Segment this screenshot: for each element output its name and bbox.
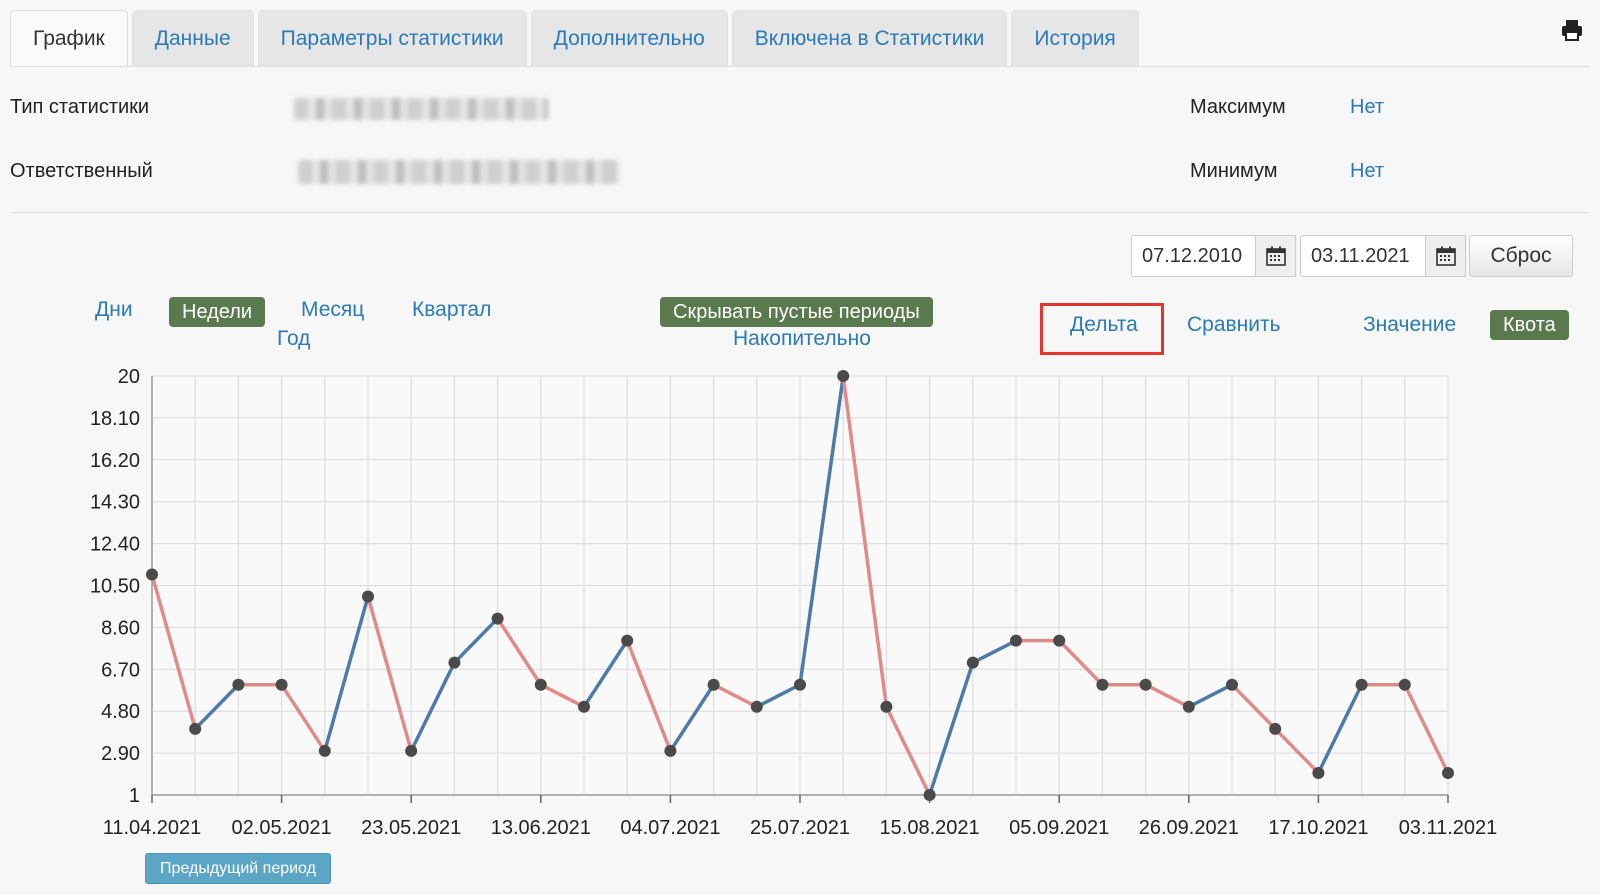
data-point bbox=[1312, 766, 1325, 779]
tab-bar: График Данные Параметры статистики Допол… bbox=[10, 10, 1143, 66]
y-tick-label: 12.40 bbox=[90, 534, 140, 556]
previous-period-button[interactable]: Предыдущий период bbox=[145, 853, 331, 884]
y-tick-label: 8.60 bbox=[101, 617, 140, 639]
mode-delta[interactable]: Дельта bbox=[1070, 313, 1138, 337]
data-point bbox=[405, 744, 418, 757]
y-tick-label: 18.10 bbox=[90, 408, 140, 430]
data-point bbox=[837, 370, 850, 382]
data-point bbox=[1269, 722, 1282, 735]
owner-label: Ответственный bbox=[10, 160, 153, 182]
calendar-icon bbox=[1265, 246, 1286, 266]
y-tick-label: 4.80 bbox=[101, 701, 140, 723]
period-month[interactable]: Месяц bbox=[301, 298, 364, 322]
tab-chart[interactable]: График bbox=[10, 10, 128, 66]
data-point bbox=[275, 678, 288, 691]
max-label: Максимум bbox=[1190, 96, 1286, 118]
stat-type-value-blurred bbox=[294, 98, 548, 120]
x-tick-label: 02.05.2021 bbox=[232, 817, 332, 839]
stat-type-label: Тип статистики bbox=[10, 96, 150, 118]
data-point bbox=[189, 722, 202, 735]
y-tick-label: 2.90 bbox=[101, 743, 140, 765]
data-point bbox=[750, 700, 763, 713]
tabs-divider bbox=[10, 66, 1590, 67]
data-point bbox=[318, 744, 331, 757]
data-point bbox=[1182, 700, 1195, 713]
data-point bbox=[1442, 766, 1454, 779]
y-tick-label: 10.50 bbox=[90, 576, 140, 598]
data-point bbox=[1053, 634, 1066, 647]
x-tick-label: 05.09.2021 bbox=[1009, 817, 1109, 839]
calendar-icon bbox=[1435, 246, 1456, 266]
tab-additional[interactable]: Дополнительно bbox=[530, 10, 728, 66]
reset-button[interactable]: Сброс bbox=[1469, 235, 1573, 277]
data-point bbox=[534, 678, 547, 691]
data-point bbox=[1139, 678, 1152, 691]
period-weeks[interactable]: Недели bbox=[169, 297, 266, 327]
date-to-input[interactable] bbox=[1300, 235, 1426, 277]
data-point bbox=[1398, 678, 1411, 691]
tab-data[interactable]: Данные bbox=[131, 10, 254, 66]
data-point bbox=[448, 656, 461, 669]
data-point bbox=[966, 656, 979, 669]
date-from-input[interactable] bbox=[1131, 235, 1256, 277]
y-tick-label: 14.30 bbox=[90, 492, 140, 514]
x-tick-label: 15.08.2021 bbox=[880, 817, 980, 839]
data-point bbox=[707, 678, 720, 691]
y-tick-label: 20 bbox=[118, 366, 140, 388]
x-tick-label: 13.06.2021 bbox=[491, 817, 591, 839]
date-to-calendar-button[interactable] bbox=[1426, 235, 1466, 277]
x-tick-label: 17.10.2021 bbox=[1268, 817, 1368, 839]
min-value[interactable]: Нет bbox=[1350, 160, 1384, 183]
hide-empty-toggle[interactable]: Скрывать пустые периоды bbox=[660, 297, 933, 327]
max-value[interactable]: Нет bbox=[1350, 96, 1384, 119]
y-tick-label: 6.70 bbox=[101, 659, 140, 681]
y-tick-label: 1 bbox=[129, 785, 140, 807]
tab-included-in-stats[interactable]: Включена в Статистики bbox=[731, 10, 1008, 66]
data-point bbox=[621, 634, 634, 647]
data-point bbox=[880, 700, 893, 713]
mode-quota[interactable]: Квота bbox=[1490, 310, 1569, 340]
data-point bbox=[232, 678, 245, 691]
data-point bbox=[146, 568, 158, 581]
x-tick-label: 03.11.2021 bbox=[1399, 817, 1498, 839]
data-point bbox=[794, 678, 806, 691]
data-point bbox=[578, 700, 590, 713]
data-point bbox=[1226, 678, 1238, 691]
data-point bbox=[491, 612, 504, 625]
print-icon[interactable] bbox=[1560, 18, 1584, 42]
x-tick-label: 11.04.2021 bbox=[103, 817, 202, 839]
data-point bbox=[923, 789, 936, 801]
tab-history[interactable]: История bbox=[1011, 10, 1139, 66]
period-quarter[interactable]: Квартал bbox=[412, 298, 491, 322]
info-divider bbox=[10, 212, 1590, 213]
x-tick-label: 04.07.2021 bbox=[620, 817, 720, 839]
line-chart: 1 2.90 4.80 6.70 8.60 10.50 12.40 14.30 16.20 18.… bbox=[90, 366, 1498, 839]
x-tick-label: 23.05.2021 bbox=[361, 817, 461, 839]
data-point bbox=[664, 744, 677, 757]
period-year[interactable]: Год bbox=[277, 327, 310, 351]
data-point bbox=[1096, 678, 1109, 691]
mode-compare[interactable]: Сравнить bbox=[1187, 313, 1281, 337]
period-days[interactable]: Дни bbox=[95, 298, 133, 322]
owner-value-blurred bbox=[298, 160, 620, 184]
data-point bbox=[1355, 678, 1368, 691]
data-point bbox=[362, 590, 374, 603]
cumulative-toggle[interactable]: Накопительно bbox=[733, 327, 871, 351]
x-tick-label: 26.09.2021 bbox=[1139, 817, 1239, 839]
x-tick-label: 25.07.2021 bbox=[750, 817, 850, 839]
min-label: Минимум bbox=[1190, 160, 1278, 182]
y-tick-label: 16.20 bbox=[90, 450, 140, 472]
tab-stat-params[interactable]: Параметры статистики bbox=[257, 10, 527, 66]
mode-value[interactable]: Значение bbox=[1363, 313, 1456, 337]
date-from-calendar-button[interactable] bbox=[1256, 235, 1296, 277]
data-point bbox=[1010, 634, 1022, 647]
